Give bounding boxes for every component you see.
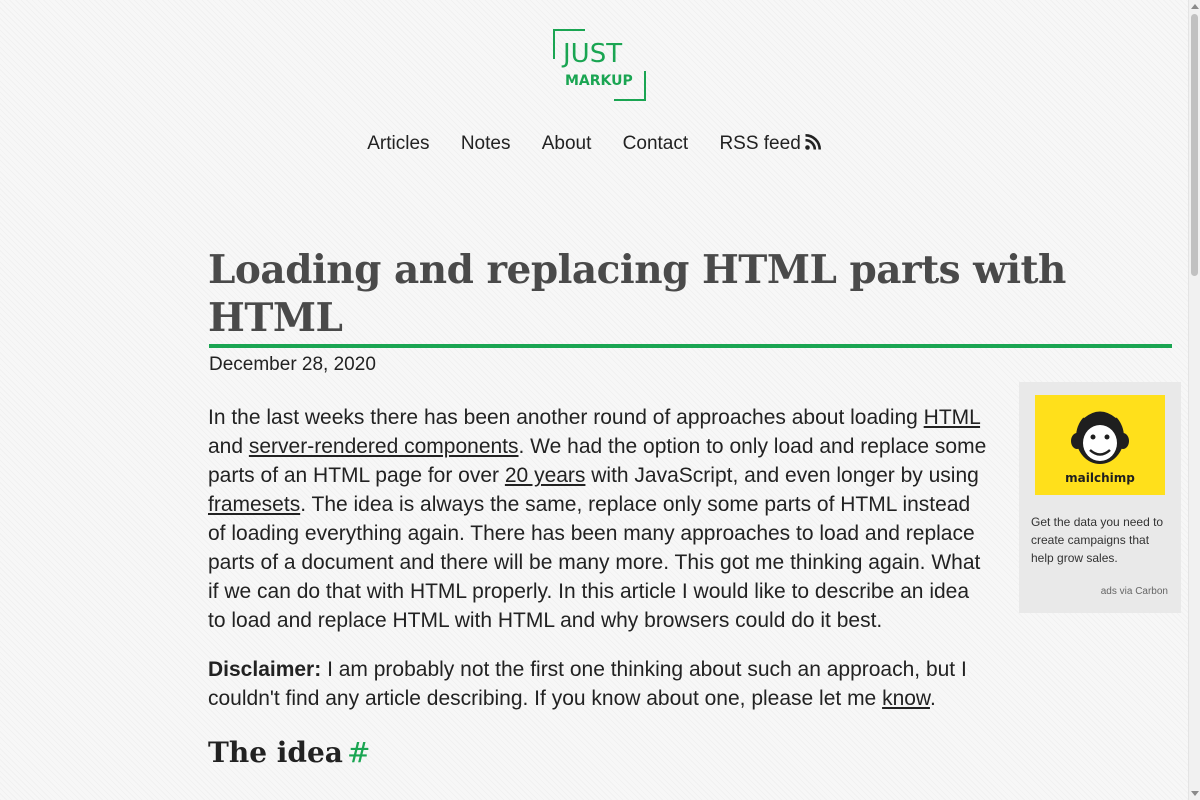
nav-rss-feed-label: RSS feed bbox=[719, 133, 801, 154]
nav-articles[interactable]: Articles bbox=[367, 133, 429, 154]
nav-contact[interactable]: Contact bbox=[623, 133, 688, 154]
link-server-rendered-components[interactable]: server-rendered components bbox=[249, 435, 519, 458]
logo-text-just: JUST bbox=[563, 39, 623, 69]
link-know[interactable]: know bbox=[882, 687, 930, 710]
article-title: Loading and replacing HTML parts with HT… bbox=[208, 247, 1066, 341]
vertical-scrollbar[interactable] bbox=[1188, 0, 1200, 800]
link-20-years[interactable]: 20 years bbox=[505, 464, 586, 487]
ad-brand-name: mailchimp bbox=[1065, 471, 1135, 485]
nav-notes[interactable]: Notes bbox=[461, 133, 511, 154]
ads-via-carbon-link[interactable]: ads via Carbon bbox=[1101, 586, 1168, 597]
main-navigation: Articles Notes About Contact RSS feed bbox=[0, 132, 1188, 156]
scroll-up-arrow-icon[interactable] bbox=[1191, 4, 1199, 9]
scroll-down-arrow-icon[interactable] bbox=[1191, 791, 1199, 796]
article-body: In the last weeks there has been another… bbox=[208, 403, 988, 733]
intro-text-5: . The idea is always the same, replace o… bbox=[208, 493, 981, 632]
link-framesets[interactable]: framesets bbox=[208, 493, 300, 516]
disclaimer-paragraph: Disclaimer: I am probably not the first … bbox=[208, 655, 988, 713]
site-logo[interactable]: JUST MARKUP bbox=[553, 29, 646, 101]
intro-text-1: In the last weeks there has been another… bbox=[208, 406, 924, 429]
carbon-ad: mailchimp Get the data you need to creat… bbox=[1019, 382, 1181, 613]
logo-text-markup: MARKUP bbox=[565, 73, 633, 89]
intro-paragraph: In the last weeks there has been another… bbox=[208, 403, 988, 635]
scrollbar-thumb[interactable] bbox=[1191, 14, 1198, 276]
title-divider bbox=[209, 344, 1172, 348]
disclaimer-label: Disclaimer: bbox=[208, 658, 322, 681]
mailchimp-ad-image[interactable]: mailchimp bbox=[1035, 395, 1165, 495]
section-heading-the-idea: The idea # bbox=[208, 734, 370, 772]
disclaimer-text-1: I am probably not the first one thinking… bbox=[208, 658, 967, 710]
intro-text-2: and bbox=[208, 435, 249, 458]
nav-rss-feed[interactable]: RSS feed bbox=[719, 133, 821, 154]
article-date: December 28, 2020 bbox=[209, 354, 376, 375]
disclaimer-text-2: . bbox=[929, 687, 936, 710]
section-heading-text: The idea bbox=[208, 736, 343, 769]
mailchimp-logo-icon: mailchimp bbox=[1065, 408, 1135, 485]
ad-text[interactable]: Get the data you need to create campaign… bbox=[1031, 513, 1173, 567]
link-html[interactable]: HTML bbox=[924, 406, 980, 429]
nav-about[interactable]: About bbox=[542, 133, 592, 154]
rss-icon bbox=[804, 134, 821, 150]
intro-text-4: with JavaScript, and even longer by usin… bbox=[585, 464, 979, 487]
section-anchor-link[interactable]: # bbox=[347, 736, 370, 769]
